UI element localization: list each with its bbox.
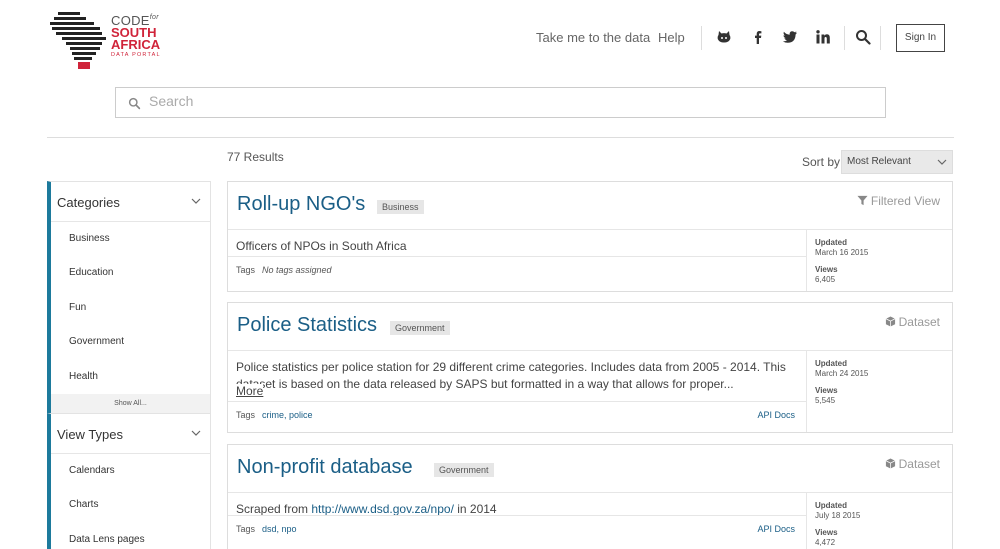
- sidebar-item-calendars[interactable]: Calendars: [51, 454, 210, 488]
- more-link[interactable]: More: [236, 384, 264, 398]
- categories-facet: Categories Business Education Fun Govern…: [47, 181, 211, 414]
- linkedin-icon[interactable]: [815, 29, 831, 45]
- nav-help[interactable]: Help: [658, 30, 685, 45]
- result-description: Police statistics per police station for…: [236, 360, 786, 391]
- search-input[interactable]: Search: [149, 93, 193, 109]
- show-all-categories-link[interactable]: Show All...: [51, 393, 210, 413]
- api-docs-link[interactable]: API Docs: [757, 524, 795, 534]
- result-meta: Updated July 18 2015 Views 4,472: [806, 493, 952, 549]
- github-icon[interactable]: [716, 29, 732, 45]
- site-logo[interactable]: CODEfor SOUTH AFRICA DATA PORTAL: [50, 12, 170, 70]
- result-meta: Updated March 24 2015 Views 5,545: [806, 351, 952, 432]
- sort-label: Sort by: [802, 155, 841, 169]
- header-divider: [47, 137, 954, 138]
- categories-header[interactable]: Categories: [51, 182, 210, 222]
- sidebar-item-data-lens-pages[interactable]: Data Lens pages: [51, 523, 210, 549]
- views-value: 6,405: [815, 275, 836, 284]
- result-tags-row: Tags No tags assigned: [228, 256, 806, 282]
- chevron-down-icon: [191, 430, 201, 436]
- result-type: Filtered View: [857, 194, 940, 208]
- tags-value[interactable]: dsd, npo: [262, 524, 297, 534]
- views-label: Views: [815, 386, 838, 395]
- dataset-icon: [885, 458, 895, 469]
- sidebar-item-health[interactable]: Health: [51, 360, 210, 394]
- updated-label: Updated: [815, 359, 847, 368]
- view-types-title: View Types: [57, 427, 124, 442]
- updated-value: July 18 2015: [815, 511, 861, 520]
- result-title-link[interactable]: Non-profit database: [237, 456, 413, 479]
- search-bar[interactable]: Search: [115, 87, 886, 118]
- category-badge[interactable]: Business: [377, 200, 424, 214]
- dataset-icon: [885, 316, 895, 327]
- result-type: Dataset: [885, 457, 940, 471]
- logo-wordmark: CODEfor SOUTH AFRICA DATA PORTAL: [111, 13, 161, 58]
- sidebar-item-education[interactable]: Education: [51, 256, 210, 290]
- results-count: 77 Results: [227, 150, 284, 164]
- result-card: Police Statistics Government Dataset Pol…: [227, 302, 953, 433]
- category-badge[interactable]: Government: [434, 463, 494, 477]
- nav-divider: [701, 26, 702, 50]
- chevron-down-icon: [937, 159, 947, 165]
- updated-label: Updated: [815, 501, 847, 510]
- category-badge[interactable]: Government: [390, 321, 450, 335]
- nav-divider: [844, 26, 845, 50]
- search-icon[interactable]: [855, 29, 871, 45]
- sidebar-item-government[interactable]: Government: [51, 325, 210, 359]
- updated-value: March 24 2015: [815, 369, 869, 378]
- result-description: Officers of NPOs in South Africa: [236, 239, 407, 253]
- twitter-icon[interactable]: [782, 29, 798, 45]
- filter-icon: [857, 195, 868, 206]
- view-types-facet: View Types Calendars Charts Data Lens pa…: [47, 413, 211, 549]
- tags-value[interactable]: crime, police: [262, 410, 313, 420]
- description-link[interactable]: http://www.dsd.gov.za/npo/: [311, 502, 454, 516]
- updated-value: March 16 2015: [815, 248, 869, 257]
- facebook-icon[interactable]: [750, 29, 766, 45]
- sign-in-button[interactable]: Sign In: [896, 24, 945, 52]
- result-title-link[interactable]: Roll-up NGO's: [237, 193, 365, 216]
- views-value: 4,472: [815, 538, 836, 547]
- sort-select[interactable]: Most Relevant: [841, 150, 953, 174]
- africa-logo-icon: [50, 12, 106, 69]
- tags-label: Tags: [236, 524, 256, 534]
- views-label: Views: [815, 528, 838, 537]
- api-docs-link[interactable]: API Docs: [757, 410, 795, 420]
- tags-label: Tags: [236, 265, 256, 275]
- result-meta: Updated March 16 2015 Views 6,405: [806, 230, 952, 291]
- nav-take-me-to-data[interactable]: Take me to the data: [536, 30, 650, 45]
- search-icon: [128, 97, 141, 110]
- result-card: Non-profit database Government Dataset S…: [227, 444, 953, 549]
- view-types-header[interactable]: View Types: [51, 414, 210, 454]
- sidebar-item-business[interactable]: Business: [51, 222, 210, 256]
- result-tags-row: Tags dsd, npo API Docs: [228, 515, 806, 541]
- result-title-link[interactable]: Police Statistics: [237, 314, 377, 337]
- tags-value: No tags assigned: [262, 265, 332, 275]
- views-label: Views: [815, 265, 838, 274]
- sidebar-item-fun[interactable]: Fun: [51, 291, 210, 325]
- tags-label: Tags: [236, 410, 256, 420]
- chevron-down-icon: [191, 198, 201, 204]
- updated-label: Updated: [815, 238, 847, 247]
- views-value: 5,545: [815, 396, 836, 405]
- categories-title: Categories: [57, 195, 120, 210]
- sort-selected-value: Most Relevant: [847, 156, 911, 167]
- sidebar-item-charts[interactable]: Charts: [51, 488, 210, 522]
- result-type: Dataset: [885, 315, 940, 329]
- result-tags-row: Tags crime, police API Docs: [228, 401, 806, 427]
- result-card: Roll-up NGO's Business Filtered View Off…: [227, 181, 953, 292]
- nav-divider: [880, 26, 881, 50]
